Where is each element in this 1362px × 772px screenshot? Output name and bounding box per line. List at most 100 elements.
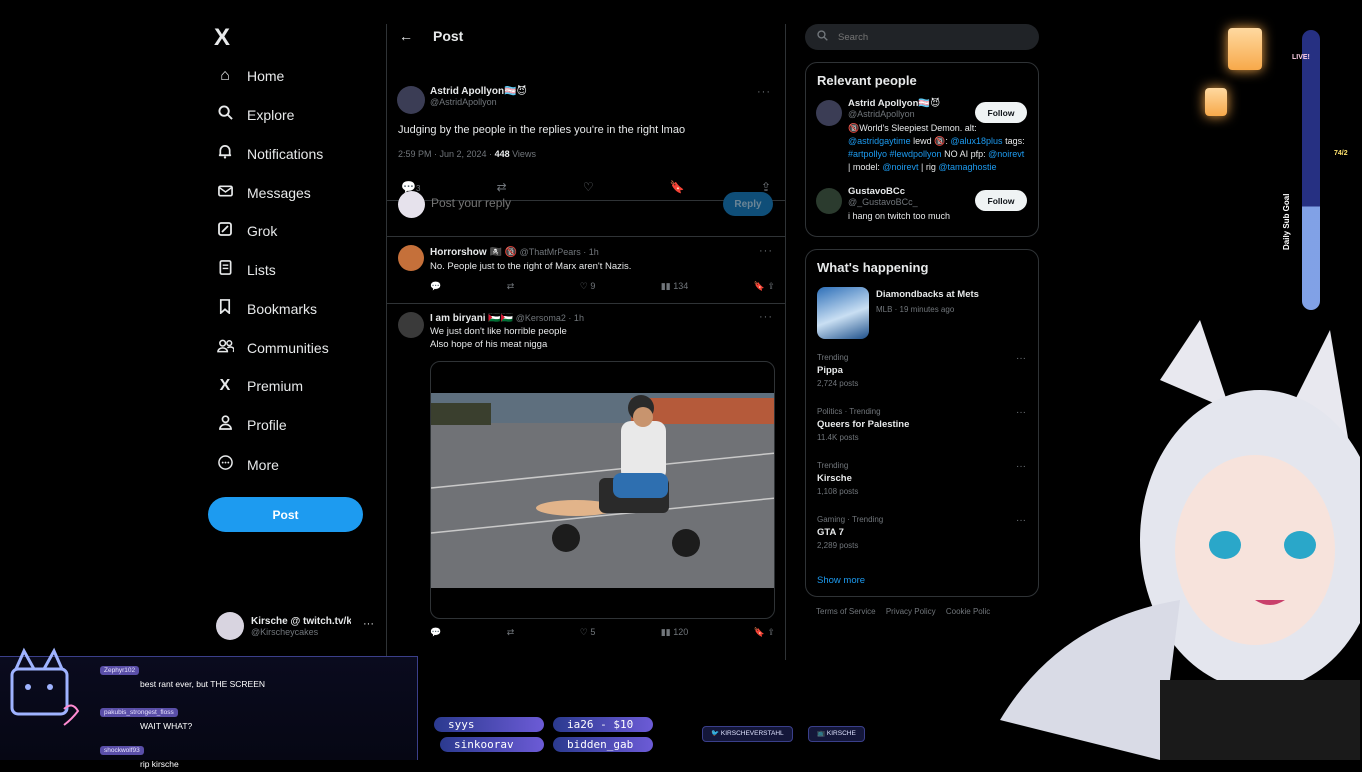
bookmark-icon[interactable]: 🔖 ⇪	[754, 627, 775, 638]
nav-item-label: More	[247, 457, 279, 473]
sub-goal-label: Daily Sub Goal	[1282, 193, 1291, 250]
lantern-decoration	[1205, 88, 1227, 116]
more-circle-icon	[214, 455, 236, 475]
live-badge: LIVE!	[1292, 54, 1310, 61]
nav-item-explore[interactable]: Explore	[214, 100, 294, 130]
event-title: Diamondbacks at Mets	[876, 289, 979, 300]
sub-goal-count: 74/2	[1334, 150, 1348, 157]
tweet-photo[interactable]	[431, 393, 774, 588]
reply-composer: Reply	[387, 24, 785, 239]
reply-tweet[interactable]: Horrorshow 🏴‍☠️ 🔞 @ThatMrPears · 1h ··· …	[387, 237, 785, 303]
follow-button[interactable]: Follow	[975, 102, 1027, 123]
ticker-item: sinkoorav	[440, 737, 544, 752]
person-item[interactable]: GustavoBCc @_GustavoBCc_ Follow i hang o…	[806, 186, 1038, 226]
reply-text: No. People just to the right of Marx are…	[430, 261, 632, 272]
twitter-handle-badge: 🐦 KIRSCHEVERSTAHL	[702, 726, 793, 742]
bio-link[interactable]: @noirevt	[988, 149, 1024, 159]
mascot-cat-box-icon	[10, 647, 80, 726]
card-title: What's happening	[817, 260, 929, 275]
search-input[interactable]	[838, 31, 1008, 43]
ticker-item: ia26 - $10	[553, 717, 653, 732]
reply-icon[interactable]: 💬	[430, 627, 441, 638]
sub-goal-widget: LIVE! 74/2 Daily Sub Goal	[1258, 0, 1362, 772]
bio-text: 🔞World's Sleepiest Demon. alt:	[848, 123, 977, 133]
nav-item-profile[interactable]: Profile	[214, 410, 287, 440]
chat-text: rip kirsche	[140, 759, 179, 769]
card-title: Relevant people	[817, 73, 917, 88]
views-icon[interactable]: ▮▮ 120	[661, 627, 688, 638]
relevant-people-card: Relevant people Astrid Apollyon🏳️‍⚧️😈 @A…	[805, 62, 1039, 237]
nav-item-home[interactable]: ⌂ Home	[214, 61, 284, 91]
search-bar[interactable]	[805, 24, 1039, 50]
view-count: 120	[673, 627, 689, 637]
avatar[interactable]	[398, 312, 424, 338]
nav-item-label: Profile	[247, 417, 287, 433]
account-name: Kirsche @ twitch.tv/k	[251, 615, 351, 627]
social-label: KIRSCHEVERSTAHL	[720, 730, 784, 737]
reply-text-line: Also hope of his meat nigga	[430, 339, 548, 350]
bio-link[interactable]: @tamaghostie	[938, 162, 996, 172]
like-icon[interactable]: ♡ 9	[580, 281, 596, 292]
reply-actions: 💬 ⇄ ♡ 5 ▮▮ 120 🔖 ⇪	[430, 627, 775, 638]
reply-button[interactable]: Reply	[723, 192, 773, 216]
avatar[interactable]	[816, 100, 842, 126]
chat-username: shockwolf93	[100, 746, 144, 755]
bio-text: NO AI pfp:	[941, 149, 989, 159]
nav-item-label: Grok	[247, 223, 278, 239]
main-column: ← Post Astrid Apollyon🏳️‍⚧️😈 @AstridApol…	[386, 24, 786, 660]
reply-author-handle[interactable]: @Kersoma2 · 1h	[516, 313, 584, 323]
chat-text: best rant ever, but THE SCREEN	[140, 679, 266, 689]
nav-item-bookmarks[interactable]: Bookmarks	[214, 294, 317, 324]
chat-message: pakubis_strongest_floss WAIT WHAT?	[100, 701, 192, 731]
social-label: KIRSCHE	[826, 730, 856, 737]
bookmark-icon[interactable]: 🔖 ⇪	[754, 281, 775, 292]
nav-item-notifications[interactable]: Notifications	[214, 139, 323, 169]
reply-icon[interactable]: 💬	[430, 281, 441, 292]
nav-item-premium[interactable]: X Premium	[214, 371, 303, 401]
retweet-icon[interactable]: ⇄	[507, 627, 515, 638]
chat-text: WAIT WHAT?	[140, 721, 193, 731]
bio-link[interactable]: @noirevt	[882, 162, 918, 172]
views-icon[interactable]: ▮▮ 134	[661, 281, 688, 292]
grok-icon	[214, 221, 236, 241]
like-icon[interactable]: ♡ 5	[580, 627, 596, 638]
reply-input[interactable]	[431, 196, 661, 210]
avatar[interactable]	[398, 245, 424, 271]
reply-author-name[interactable]: Horrorshow 🏴‍☠️ 🔞	[430, 247, 517, 258]
avatar	[398, 191, 425, 218]
lantern-decoration	[1228, 28, 1262, 70]
more-icon[interactable]: ···	[759, 245, 773, 257]
sub-goal-bar	[1302, 30, 1320, 310]
bio-link[interactable]: @astridgaytime	[848, 136, 911, 146]
more-icon[interactable]: ···	[363, 618, 374, 630]
nav-item-messages[interactable]: Messages	[214, 178, 311, 208]
avatar[interactable]	[816, 188, 842, 214]
reply-author-name[interactable]: I am biryani 🇵🇸🇵🇸	[430, 313, 513, 324]
bio-link[interactable]: #artpollyo #lewdpollyon	[848, 149, 942, 159]
bio-text: lewd 🔞:	[910, 136, 951, 146]
nav-item-communities[interactable]: Communities	[214, 333, 329, 363]
search-icon	[214, 105, 236, 125]
nav-item-lists[interactable]: Lists	[214, 255, 276, 285]
reply-author-handle[interactable]: @ThatMrPears · 1h	[520, 247, 599, 257]
retweet-icon[interactable]: ⇄	[507, 281, 515, 292]
nav-item-label: Communities	[247, 340, 329, 356]
search-icon	[817, 30, 828, 44]
bio-text: | model:	[848, 162, 883, 172]
tweet-media[interactable]	[430, 361, 775, 619]
account-switcher[interactable]: Kirsche @ twitch.tv/k @Kirscheycakes ···	[216, 610, 386, 642]
bookmark-icon	[214, 299, 236, 319]
nav-item-label: Lists	[247, 262, 276, 278]
more-icon[interactable]: ···	[759, 311, 773, 323]
bio-link[interactable]: @alux18plus	[950, 136, 1002, 146]
x-logo-icon[interactable]: X	[214, 24, 230, 52]
nav-item-grok[interactable]: Grok	[214, 216, 277, 246]
list-icon	[214, 260, 236, 280]
nav-item-more[interactable]: More	[214, 450, 279, 480]
x-icon: X	[219, 377, 231, 394]
person-item[interactable]: Astrid Apollyon🏳️‍⚧️😈 @AstridApollyon Fo…	[806, 98, 1038, 174]
chat-message: Zephyr102 best rant ever, but THE SCREEN	[100, 659, 265, 689]
follow-button[interactable]: Follow	[975, 190, 1027, 211]
post-button[interactable]: Post	[208, 497, 363, 532]
envelope-icon	[214, 184, 236, 202]
